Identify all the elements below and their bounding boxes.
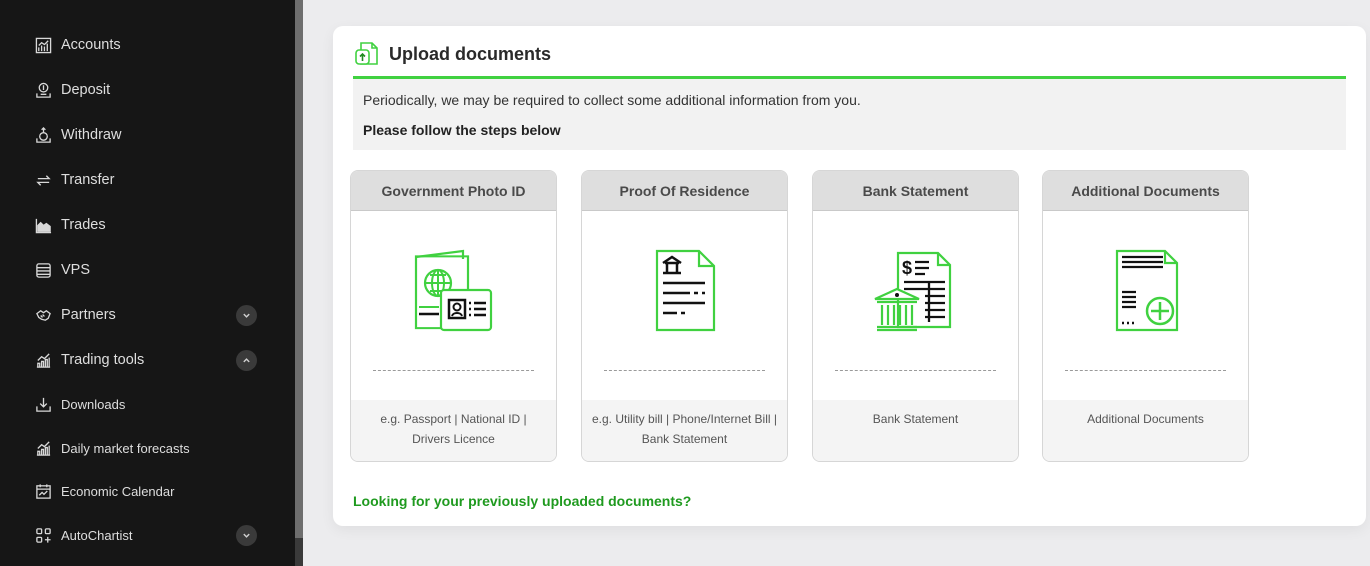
sidebar-item-vps[interactable]: VPS: [34, 256, 257, 284]
sidebar-item-partners[interactable]: Partners: [34, 301, 257, 329]
chart-icon: [34, 36, 52, 54]
document-card-bank-statement[interactable]: Bank Statement $ Bank Statement: [812, 170, 1019, 462]
sidebar-item-label: Trading tools: [61, 352, 145, 368]
handshake-icon: [34, 306, 52, 324]
residence-document-icon: [655, 249, 715, 332]
sidebar-item-label: VPS: [61, 262, 91, 278]
document-card-description: e.g. Utility bill | Phone/Internet Bill …: [582, 400, 787, 461]
area-chart-icon: [34, 216, 52, 234]
sidebar-item-economic-calendar[interactable]: Economic Calendar: [34, 477, 257, 505]
document-card-description: e.g. Passport | National ID | Drivers Li…: [351, 400, 556, 461]
passport-id-icon: [414, 249, 492, 332]
bar-chart-icon: [34, 439, 52, 457]
document-card-description: Additional Documents: [1043, 400, 1248, 461]
document-card-title: Proof Of Residence: [582, 171, 787, 211]
collapse-chevron-up-icon[interactable]: [236, 350, 257, 371]
sidebar-item-trades[interactable]: Trades: [34, 211, 257, 239]
document-card-description: Bank Statement: [813, 400, 1018, 461]
sidebar-item-label: Trades: [61, 217, 106, 233]
page-title: Upload documents: [389, 43, 552, 64]
sidebar-item-daily-market-forecasts[interactable]: Daily market forecasts: [34, 434, 257, 462]
panel-header: Upload documents: [353, 40, 551, 68]
deposit-icon: [34, 81, 52, 99]
bank-statement-icon: $: [874, 251, 951, 332]
info-instruction: Please follow the steps below: [363, 122, 561, 138]
sidebar-item-label: AutoChartist: [61, 527, 133, 543]
description-line: e.g. Passport | National ID |: [380, 412, 527, 426]
download-icon: [34, 395, 52, 413]
sidebar-item-label: Daily market forecasts: [61, 440, 190, 456]
calendar-icon: [34, 482, 52, 500]
sidebar-item-label: Economic Calendar: [61, 483, 175, 499]
previous-documents-link[interactable]: Looking for your previously uploaded doc…: [353, 493, 691, 509]
sidebar-item-label: Partners: [61, 307, 116, 323]
upload-documents-panel: Upload documents Periodically, we may be…: [333, 26, 1366, 526]
document-card-title: Bank Statement: [813, 171, 1018, 211]
document-card-proof-of-residence[interactable]: Proof Of Residence e.g. Utility bill | P…: [581, 170, 788, 462]
expand-chevron-down-icon[interactable]: [236, 525, 257, 546]
document-upload-placeholder: [604, 370, 765, 371]
document-upload-placeholder: [1065, 370, 1226, 371]
sidebar-item-label: Downloads: [61, 396, 126, 412]
description-line: Bank Statement: [641, 432, 728, 446]
document-card-government-photo-id[interactable]: Government Photo ID e.g. Passport | Nati…: [350, 170, 557, 462]
sidebar-item-label: Transfer: [61, 172, 115, 188]
sidebar-item-label: Deposit: [61, 82, 111, 98]
document-upload-placeholder: [373, 370, 534, 371]
transfer-icon: [34, 171, 52, 189]
document-upload-placeholder: [835, 370, 996, 371]
sidebar-item-transfer[interactable]: Transfer: [34, 166, 257, 194]
grid-plus-icon: [34, 526, 52, 544]
sidebar: Accounts Deposit Withdraw Transfer Trade…: [0, 0, 295, 566]
sidebar-item-accounts[interactable]: Accounts: [34, 31, 257, 59]
sidebar-item-autochartist[interactable]: AutoChartist: [34, 521, 257, 549]
sidebar-item-deposit[interactable]: Deposit: [34, 76, 257, 104]
server-icon: [34, 261, 52, 279]
description-line: Drivers Licence: [412, 432, 495, 446]
sidebar-item-trading-tools[interactable]: Trading tools: [34, 346, 257, 374]
sidebar-item-withdraw[interactable]: Withdraw: [34, 121, 257, 149]
sidebar-item-downloads[interactable]: Downloads: [34, 390, 257, 418]
svg-text:$: $: [902, 258, 912, 278]
document-card-title: Additional Documents: [1043, 171, 1248, 211]
upload-file-icon: [355, 42, 378, 65]
sidebar-item-label: Accounts: [61, 37, 121, 53]
description-line: Additional Documents: [1087, 412, 1204, 426]
add-document-icon: [1115, 249, 1178, 332]
description-line: Bank Statement: [872, 412, 959, 426]
info-text: Periodically, we may be required to coll…: [363, 92, 861, 108]
bar-chart-icon: [34, 351, 52, 369]
info-box: Periodically, we may be required to coll…: [353, 79, 1346, 150]
sidebar-item-label: Withdraw: [61, 127, 122, 143]
sidebar-scrollbar-thumb[interactable]: [295, 0, 303, 538]
document-card-additional-documents[interactable]: Additional Documents Additional Document…: [1042, 170, 1249, 462]
withdraw-icon: [34, 126, 52, 144]
expand-chevron-down-icon[interactable]: [236, 305, 257, 326]
description-line: e.g. Utility bill | Phone/Internet Bill …: [592, 412, 777, 426]
document-card-title: Government Photo ID: [351, 171, 556, 211]
